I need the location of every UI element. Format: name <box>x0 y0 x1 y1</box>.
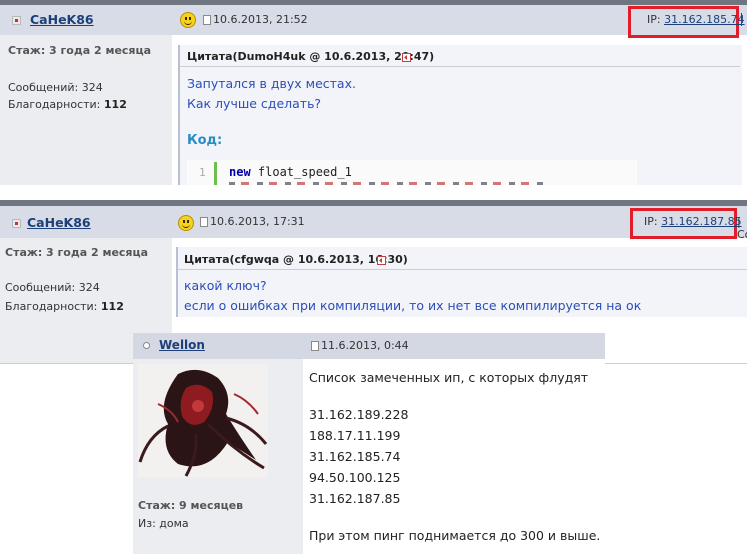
user-status-icon <box>143 342 150 349</box>
ip-link[interactable]: 31.162.187.85 <box>661 215 741 228</box>
screenshot-gap <box>0 185 747 200</box>
quote-line-1: какой ключ? <box>184 278 267 293</box>
jump-to-quote-icon[interactable] <box>377 256 386 265</box>
header-separator <box>741 13 742 26</box>
post-1: CaHeK86 10.6.2013, 21:52 IP: 31.162.185.… <box>0 0 747 185</box>
user-tenure: Стаж: 9 месяцев <box>138 499 244 512</box>
body-line: При этом пинг поднимается до 300 и выше.… <box>309 528 605 543</box>
user-messages: Сообщений: 324 <box>5 281 100 294</box>
user-status-icon <box>12 219 21 228</box>
avatar-art-icon <box>138 369 268 477</box>
post-doc-icon[interactable] <box>311 341 319 351</box>
user-from: Из: дома <box>138 517 189 530</box>
ip-field: IP: 31.162.185.74 <box>647 13 745 26</box>
user-messages: Сообщений: 324 <box>8 81 103 94</box>
user-thanks: Благодарности: 112 <box>8 98 127 111</box>
ip-entry: 188.17.11.199 <box>309 428 401 443</box>
post-date: 10.6.2013, 21:52 <box>213 13 308 26</box>
post-date: 10.6.2013, 17:31 <box>210 215 305 228</box>
post-doc-icon[interactable] <box>200 217 208 227</box>
post-body: Список замеченных ип, с которых флудят 3… <box>303 359 605 554</box>
quote-line-2: если о ошибках при компиляции, то их нет… <box>184 298 642 313</box>
thanks-value: 112 <box>100 300 124 313</box>
code-gutter-bar <box>214 162 217 185</box>
username-link[interactable]: CaHeK86 <box>27 215 91 230</box>
code-keyword: new <box>229 165 251 179</box>
ip-entry: 31.162.187.85 <box>309 491 401 506</box>
ip-entry: 31.162.189.228 <box>309 407 409 422</box>
ip-label: IP: <box>647 13 661 26</box>
code-text: float_speed_1 <box>250 165 352 179</box>
thanks-label: Благодарности: <box>8 98 101 111</box>
quote-author: Цитата(DumoH4uk @ 10.6.2013, 20:47) <box>187 50 435 63</box>
code-label: Код: <box>187 133 223 148</box>
user-status-icon <box>12 16 21 25</box>
quote-header-separator <box>180 66 740 67</box>
username-link[interactable]: Wellon <box>159 338 205 352</box>
post-doc-icon[interactable] <box>203 15 211 25</box>
ip-entry: 94.50.100.125 <box>309 470 401 485</box>
ip-field: IP: 31.162.187.85 <box>644 215 742 228</box>
code-line: new float_speed_1 <box>229 165 352 179</box>
post-date: 11.6.2013, 0:44 <box>321 339 409 352</box>
code-line-number: 1 <box>199 166 206 179</box>
thanks-label: Благодарности: <box>5 300 98 313</box>
jump-to-quote-icon[interactable] <box>402 53 411 62</box>
smiley-icon <box>180 12 196 28</box>
ip-link[interactable]: 31.162.185.74 <box>664 13 744 26</box>
body-line: Список замеченных ип, с которых флудят <box>309 370 589 385</box>
post-3: Wellon 11.6.2013, 0:44 Стаж: 9 месяцев И… <box>133 333 605 554</box>
ip-entry: 31.162.185.74 <box>309 449 401 464</box>
quote-header-separator <box>178 269 747 270</box>
quote-author: Цитата(cfgwqa @ 10.6.2013, 16:30) <box>184 253 408 266</box>
thanks-value: 112 <box>103 98 127 111</box>
ip-label: IP: <box>644 215 658 228</box>
user-tenure: Стаж: 3 года 2 месяца <box>8 44 152 57</box>
user-thanks: Благодарности: 112 <box>5 300 124 313</box>
user-avatar <box>138 364 268 477</box>
quote-line-1: Запутался в двух местах. <box>187 76 356 91</box>
header-overflow-text: | Co <box>737 215 747 241</box>
smiley-icon <box>178 215 194 231</box>
username-link[interactable]: CaHeK86 <box>30 12 94 27</box>
user-tenure: Стаж: 3 года 2 месяца <box>5 246 149 259</box>
quote-line-2: Как лучше сделать? <box>187 96 322 111</box>
